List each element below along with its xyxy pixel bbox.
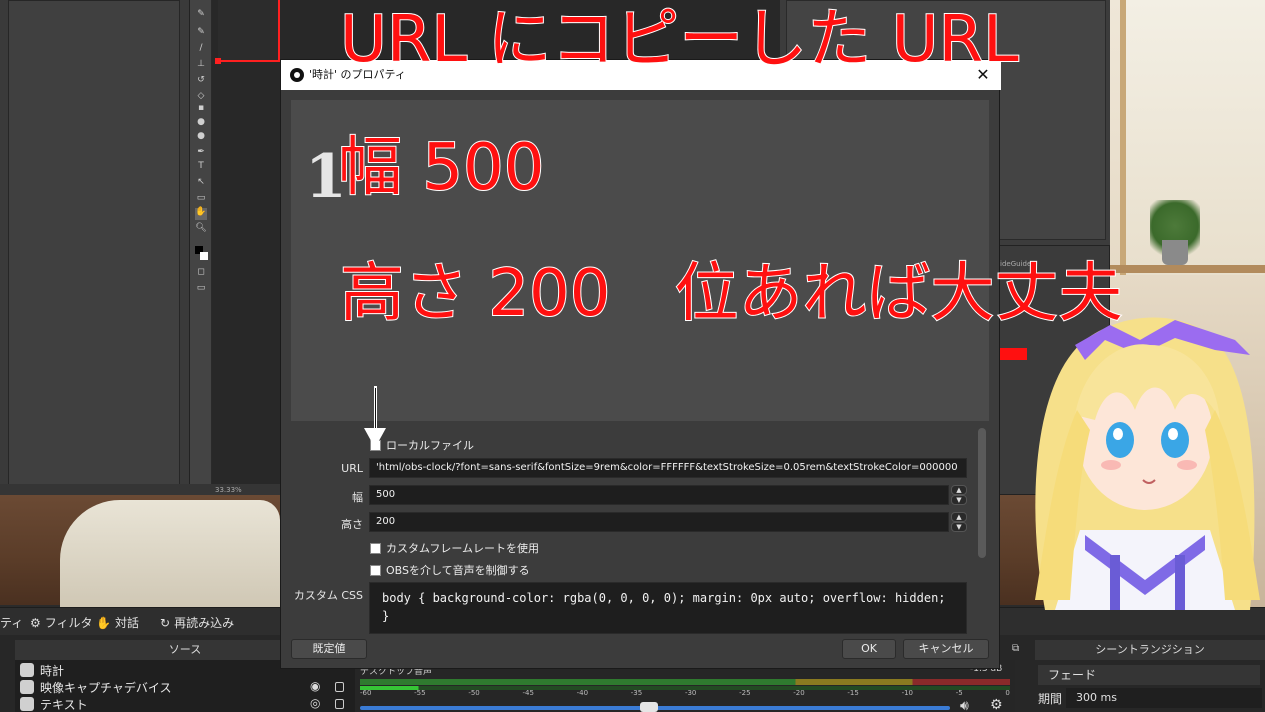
- annotation-height: 高さ 200 位あれば大丈夫: [339, 257, 1123, 331]
- annotation-url: URL にコピーした URL: [339, 3, 1020, 77]
- url-label: URL: [341, 462, 363, 475]
- ps-selection-handle[interactable]: [215, 58, 221, 64]
- shelf: [1110, 265, 1265, 273]
- background-color-swatch[interactable]: [200, 252, 208, 260]
- properties-button-partial[interactable]: ティ: [0, 614, 23, 631]
- gradient-icon[interactable]: ▪: [195, 104, 207, 113]
- meter-scale-tick: -40: [576, 689, 589, 697]
- width-stepper[interactable]: ▲ ▼: [951, 485, 967, 505]
- eye-icon[interactable]: ◉: [310, 679, 320, 693]
- hand-icon: ✋: [96, 615, 111, 630]
- character-body: [1055, 530, 1235, 610]
- width-label: 幅: [352, 491, 363, 504]
- obs-logo-icon: [290, 68, 304, 82]
- meter-scale-tick: -15: [847, 689, 859, 697]
- browser-globe-icon: [20, 663, 34, 677]
- custom-css-textarea[interactable]: body { background-color: rgba(0, 0, 0, 0…: [369, 582, 967, 634]
- checkbox-box[interactable]: [370, 542, 381, 554]
- stamp-icon[interactable]: ⊥: [195, 60, 207, 69]
- url-input[interactable]: 'html/obs-clock/?font=sans-serif&fontSiz…: [369, 458, 967, 478]
- source-item-text[interactable]: テキスト: [20, 696, 88, 712]
- filter-icon: ⚙︎: [30, 615, 41, 630]
- eye-hidden-icon[interactable]: ◎: [310, 696, 320, 710]
- plant-pot: [1162, 240, 1188, 265]
- ps-zoom: 33.33%: [215, 486, 242, 494]
- ps-toolbar: ✎ ✎ / ⊥ ↺ ◇ ▪ ● ● ✒ T ↖ ▭ ✋ 🔍︎ ◻ ▭: [190, 0, 212, 495]
- vtuber-character: [1035, 317, 1260, 610]
- checkbox-box[interactable]: [370, 564, 381, 576]
- height-label: 高さ: [341, 518, 363, 531]
- transitions-header: シーントランジション: [1035, 640, 1265, 660]
- width-input[interactable]: 500: [369, 485, 949, 505]
- screen: ✎ ✎ / ⊥ ↺ ◇ ▪ ● ● ✒ T ↖ ▭ ✋ 🔍︎ ◻ ▭ 33.33…: [0, 0, 1265, 712]
- blur-icon[interactable]: ●: [195, 118, 207, 127]
- chevron-up-icon[interactable]: ▲: [951, 512, 967, 522]
- pen-icon[interactable]: ✒: [195, 148, 207, 157]
- quickmask-icon[interactable]: ◻: [195, 268, 207, 277]
- duration-label: 期間: [1038, 692, 1063, 706]
- meter-scale-tick: 0: [1005, 689, 1010, 697]
- ps-layers-panel: [8, 0, 180, 490]
- lock-icon[interactable]: [335, 682, 344, 692]
- meter-scale-tick: -55: [414, 689, 426, 697]
- dialog-scrollbar[interactable]: [978, 428, 986, 558]
- annotation-arrowhead: [364, 428, 386, 448]
- eraser-icon[interactable]: ◇: [195, 92, 207, 101]
- lock-icon[interactable]: [335, 699, 344, 709]
- zoom-icon[interactable]: 🔍︎: [195, 224, 207, 233]
- type-icon[interactable]: T: [195, 162, 207, 171]
- interact-button[interactable]: ✋ 対話: [96, 614, 139, 631]
- shape-icon[interactable]: ▭: [195, 194, 207, 203]
- speaker-icon[interactable]: 🔊︎: [960, 698, 969, 712]
- filter-button[interactable]: ⚙︎ フィルタ: [30, 614, 93, 631]
- history-brush-icon[interactable]: ↺: [195, 76, 207, 85]
- dock-float-icon[interactable]: ⧉: [1012, 643, 1019, 654]
- cancel-button[interactable]: キャンセル: [903, 639, 989, 659]
- text-icon: [20, 697, 34, 711]
- defaults-button[interactable]: 既定値: [291, 639, 367, 659]
- brush-icon[interactable]: ✎: [195, 28, 207, 37]
- meter-scale-tick: -10: [901, 689, 913, 697]
- meter-scale-tick: -5: [955, 689, 963, 697]
- control-audio-checkbox[interactable]: OBSを介して音声を制御する: [370, 562, 530, 578]
- height-stepper[interactable]: ▲ ▼: [951, 512, 967, 532]
- meter-scale: -60 -55 -50 -45 -40 -35 -30 -25 -20 -15 -10 -5 0: [360, 689, 1010, 697]
- meter-scale-tick: -35: [630, 689, 643, 697]
- custom-fps-checkbox[interactable]: カスタムフレームレートを使用: [370, 540, 539, 556]
- camera-icon: [20, 680, 34, 694]
- gear-icon[interactable]: ⚙: [990, 697, 1003, 712]
- character-eye-left: [1106, 422, 1134, 458]
- chevron-down-icon[interactable]: ▼: [951, 495, 967, 505]
- reload-button[interactable]: ↻ 再読み込み: [160, 614, 234, 631]
- meter-scale-tick: -50: [468, 689, 480, 697]
- meter-scale-tick: -25: [739, 689, 751, 697]
- ok-button[interactable]: OK: [842, 639, 896, 659]
- hand-icon[interactable]: ✋: [195, 208, 207, 220]
- character-eye-right: [1161, 422, 1189, 458]
- path-select-icon[interactable]: ↖: [195, 178, 207, 187]
- volume-meter: [360, 679, 1010, 685]
- meter-scale-tick: -60: [360, 689, 372, 697]
- source-item-video-capture[interactable]: 映像キャプチャデバイス: [20, 679, 172, 695]
- ps-document: [218, 0, 280, 62]
- screen-mode-icon[interactable]: ▭: [195, 284, 207, 293]
- meter-scale-tick: -30: [684, 689, 697, 697]
- reload-icon: ↻: [160, 615, 171, 630]
- custom-css-label: カスタム CSS: [293, 589, 363, 602]
- source-item-clock[interactable]: 時計: [20, 662, 64, 678]
- pencil-icon[interactable]: /: [195, 44, 207, 53]
- chevron-up-icon[interactable]: ▲: [951, 485, 967, 495]
- chevron-down-icon[interactable]: ▼: [951, 522, 967, 532]
- annotation-width: 幅 500: [337, 131, 545, 205]
- brush-icon[interactable]: ✎: [195, 10, 207, 19]
- dodge-icon[interactable]: ●: [195, 132, 207, 141]
- meter-scale-tick: -20: [793, 689, 805, 697]
- volume-slider-knob[interactable]: [640, 702, 658, 712]
- height-input[interactable]: 200: [369, 512, 949, 532]
- transition-select[interactable]: フェード: [1038, 665, 1260, 685]
- duration-input[interactable]: 300 ms: [1066, 688, 1262, 708]
- sofa: [60, 500, 280, 610]
- meter-scale-tick: -45: [522, 689, 534, 697]
